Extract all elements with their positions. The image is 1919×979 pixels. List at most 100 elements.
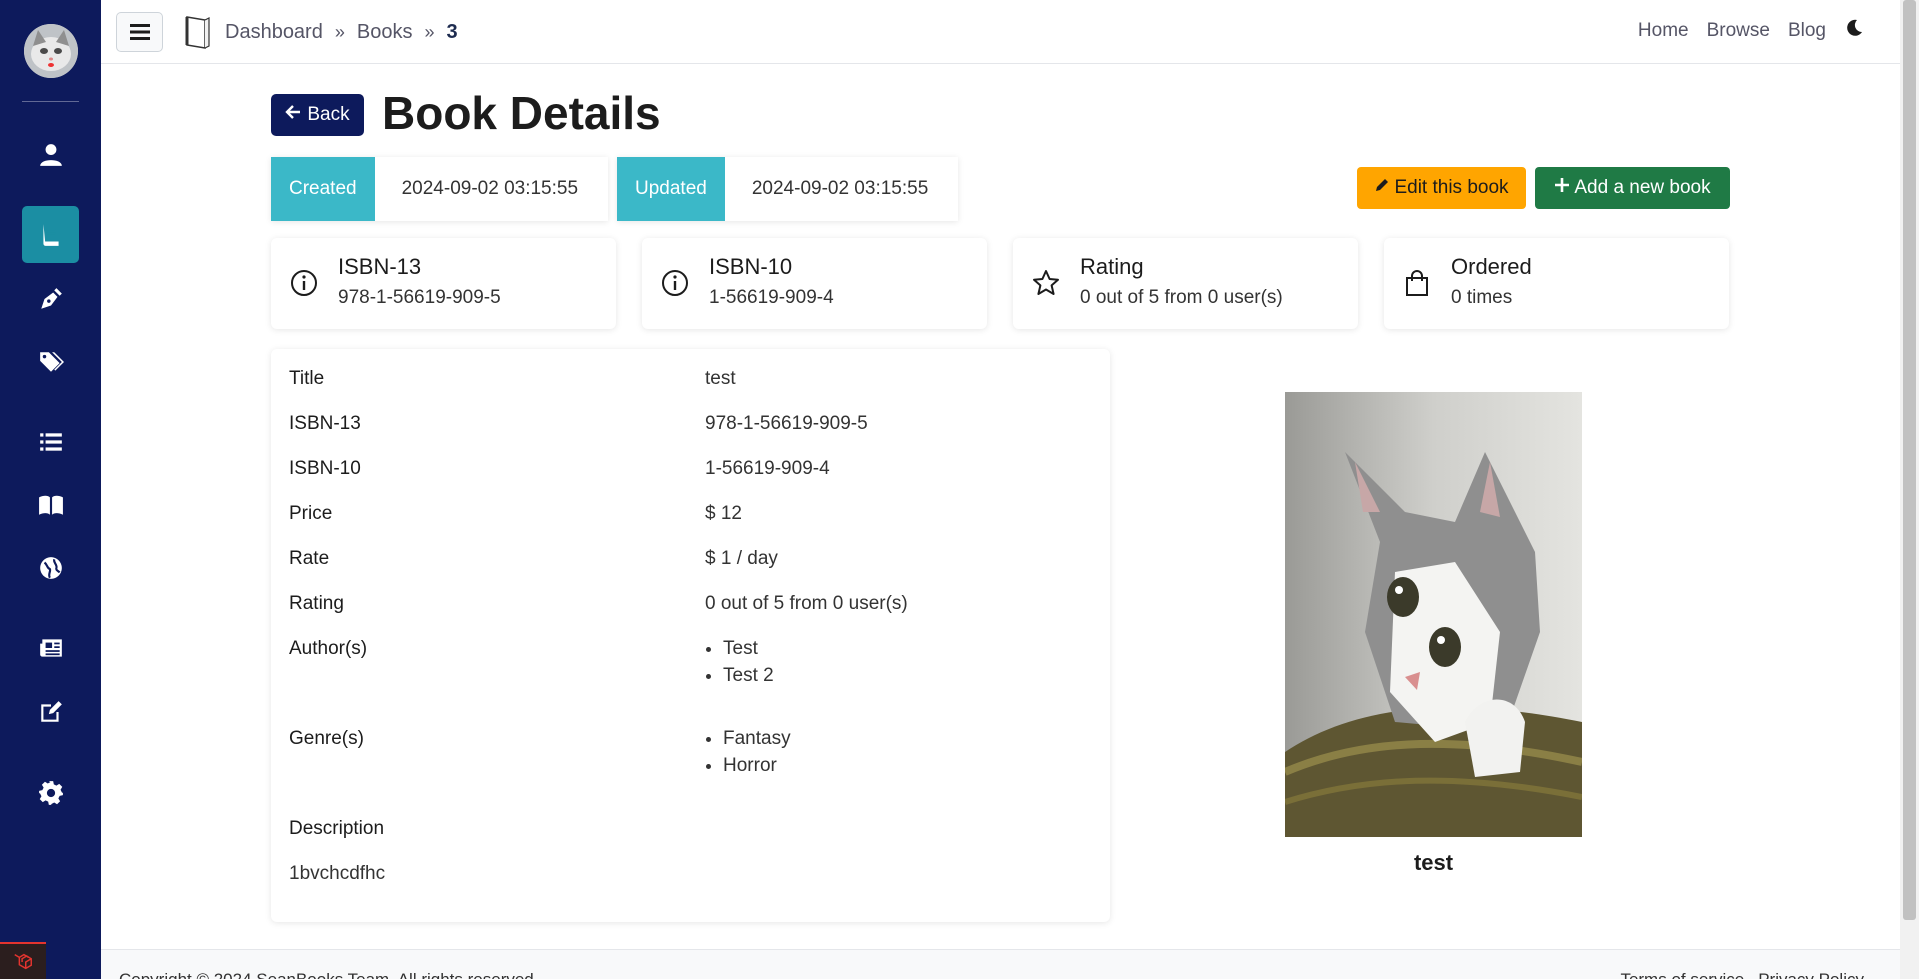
stat-title: ISBN-10 bbox=[709, 254, 793, 279]
updated-badge: Updated 2024-09-02 03:15:55 bbox=[617, 157, 958, 221]
page-title: Book Details bbox=[382, 87, 661, 139]
footer-copyright: Copyright © 2024 SeanBooks Team. All rig… bbox=[119, 970, 539, 979]
detail-value-isbn10: 1-56619-909-4 bbox=[705, 458, 830, 479]
detail-label-description: Description bbox=[289, 818, 385, 839]
edit-book-label: Edit this book bbox=[1394, 177, 1509, 198]
gear-icon bbox=[38, 780, 63, 805]
sidebar-item-settings[interactable] bbox=[22, 764, 79, 821]
list-icon bbox=[39, 432, 62, 451]
sidebar-item-profile[interactable] bbox=[22, 126, 79, 183]
stat-title: Rating bbox=[1080, 254, 1144, 279]
nav-blog-link[interactable]: Blog bbox=[1788, 20, 1826, 42]
debugbar-toggle[interactable] bbox=[0, 942, 46, 979]
detail-value-rate: $ 1 / day bbox=[705, 548, 778, 569]
breadcrumb-separator: » bbox=[424, 21, 435, 42]
menu-toggle-button[interactable] bbox=[116, 12, 163, 52]
stat-value: 0 times bbox=[1451, 287, 1513, 308]
stat-card-isbn10: ISBN-10 1-56619-909-4 bbox=[642, 238, 987, 329]
updated-value: 2024-09-02 03:15:55 bbox=[751, 178, 929, 199]
moon-icon bbox=[1847, 19, 1862, 36]
stat-value: 0 out of 5 from 0 user(s) bbox=[1080, 287, 1283, 308]
plus-icon bbox=[1554, 177, 1570, 199]
open-book-icon bbox=[38, 495, 63, 515]
top-nav: Home Browse Blog bbox=[1638, 18, 1864, 44]
genre-link[interactable]: Horror bbox=[723, 752, 791, 779]
user-icon bbox=[39, 143, 62, 166]
pencil-icon bbox=[1374, 177, 1390, 199]
stat-card-isbn13: ISBN-13 978-1-56619-909-5 bbox=[271, 238, 616, 329]
sidebar-divider bbox=[22, 101, 79, 102]
detail-label-isbn13: ISBN-13 bbox=[289, 413, 361, 434]
info-icon bbox=[660, 268, 690, 298]
avatar[interactable] bbox=[24, 24, 78, 78]
detail-value-description: 1bvchcdfhc bbox=[289, 863, 386, 884]
main-content: Back Book Details Created 2024-09-02 03:… bbox=[101, 64, 1900, 979]
sidebar-item-books[interactable] bbox=[22, 206, 79, 263]
nav-browse-link[interactable]: Browse bbox=[1707, 20, 1770, 42]
footer-links: Terms of service Privacy Policy bbox=[1620, 970, 1864, 979]
created-value: 2024-09-02 03:15:55 bbox=[401, 178, 579, 199]
terms-link[interactable]: Terms of service bbox=[1620, 970, 1744, 979]
detail-value-price: $ 12 bbox=[705, 503, 742, 524]
book-icon bbox=[42, 223, 59, 246]
top-navbar: Dashboard » Books » 3 Home Browse Blog bbox=[101, 0, 1900, 64]
stat-card-rating: Rating 0 out of 5 from 0 user(s) bbox=[1013, 238, 1358, 329]
sidebar-item-list[interactable] bbox=[22, 413, 79, 470]
sidebar-item-browse[interactable] bbox=[22, 539, 79, 596]
pen-nib-icon bbox=[40, 287, 62, 309]
stat-title: ISBN-13 bbox=[338, 254, 422, 279]
updated-label: Updated bbox=[617, 157, 725, 221]
author-link[interactable]: Test 2 bbox=[723, 662, 774, 689]
sidebar-item-authors[interactable] bbox=[22, 270, 79, 327]
book-logo-icon[interactable] bbox=[183, 14, 213, 50]
add-book-label: Add a new book bbox=[1574, 177, 1711, 198]
detail-value-title: test bbox=[705, 368, 736, 389]
detail-value-isbn13: 978-1-56619-909-5 bbox=[705, 413, 868, 434]
globe-icon bbox=[39, 556, 62, 579]
edit-icon bbox=[40, 700, 62, 722]
stat-title: Ordered bbox=[1451, 254, 1532, 279]
created-badge: Created 2024-09-02 03:15:55 bbox=[271, 157, 608, 221]
info-icon bbox=[289, 268, 319, 298]
authors-list: Test Test 2 bbox=[723, 635, 774, 689]
created-label: Created bbox=[271, 157, 375, 221]
stat-card-ordered: Ordered 0 times bbox=[1384, 238, 1729, 329]
scrollbar-thumb[interactable] bbox=[1903, 0, 1916, 920]
author-link[interactable]: Test bbox=[723, 635, 774, 662]
book-cover-image bbox=[1285, 392, 1582, 837]
detail-label-title: Title bbox=[289, 368, 325, 389]
sidebar-item-write[interactable] bbox=[22, 683, 79, 740]
book-details-card: Title test ISBN-13 978-1-56619-909-5 ISB… bbox=[271, 349, 1110, 922]
dark-mode-toggle[interactable] bbox=[1844, 18, 1864, 44]
edit-book-button[interactable]: Edit this book bbox=[1357, 167, 1526, 209]
laravel-icon bbox=[14, 953, 32, 969]
sidebar-item-reading[interactable] bbox=[22, 476, 79, 533]
book-cover-caption: test bbox=[1413, 850, 1454, 875]
detail-value-rating: 0 out of 5 from 0 user(s) bbox=[705, 593, 908, 614]
detail-label-isbn10: ISBN-10 bbox=[289, 458, 361, 479]
page-scrollbar[interactable] bbox=[1900, 0, 1919, 979]
detail-label-price: Price bbox=[289, 503, 333, 524]
arrow-left-icon bbox=[285, 104, 301, 126]
add-book-button[interactable]: Add a new book bbox=[1535, 167, 1730, 209]
breadcrumb-dashboard[interactable]: Dashboard bbox=[225, 21, 323, 44]
nav-home-link[interactable]: Home bbox=[1638, 20, 1689, 42]
hamburger-icon bbox=[129, 24, 150, 40]
breadcrumb-current: 3 bbox=[446, 20, 458, 43]
stat-value: 978-1-56619-909-5 bbox=[338, 287, 501, 308]
breadcrumb-books[interactable]: Books bbox=[357, 21, 413, 44]
back-button[interactable]: Back bbox=[271, 94, 364, 136]
shopping-bag-icon bbox=[1402, 268, 1432, 298]
detail-label-authors: Author(s) bbox=[289, 638, 368, 659]
genre-link[interactable]: Fantasy bbox=[723, 725, 791, 752]
star-icon bbox=[1031, 268, 1061, 298]
sidebar-item-blog[interactable] bbox=[22, 619, 79, 676]
sidebar-item-genres[interactable] bbox=[22, 333, 79, 390]
genres-list: Fantasy Horror bbox=[723, 725, 791, 779]
tags-icon bbox=[39, 351, 64, 372]
privacy-link[interactable]: Privacy Policy bbox=[1758, 970, 1864, 979]
stat-value: 1-56619-909-4 bbox=[709, 287, 834, 308]
footer: Copyright © 2024 SeanBooks Team. All rig… bbox=[101, 949, 1900, 979]
breadcrumb: Dashboard » Books » 3 bbox=[183, 14, 458, 50]
detail-label-rate: Rate bbox=[289, 548, 330, 569]
